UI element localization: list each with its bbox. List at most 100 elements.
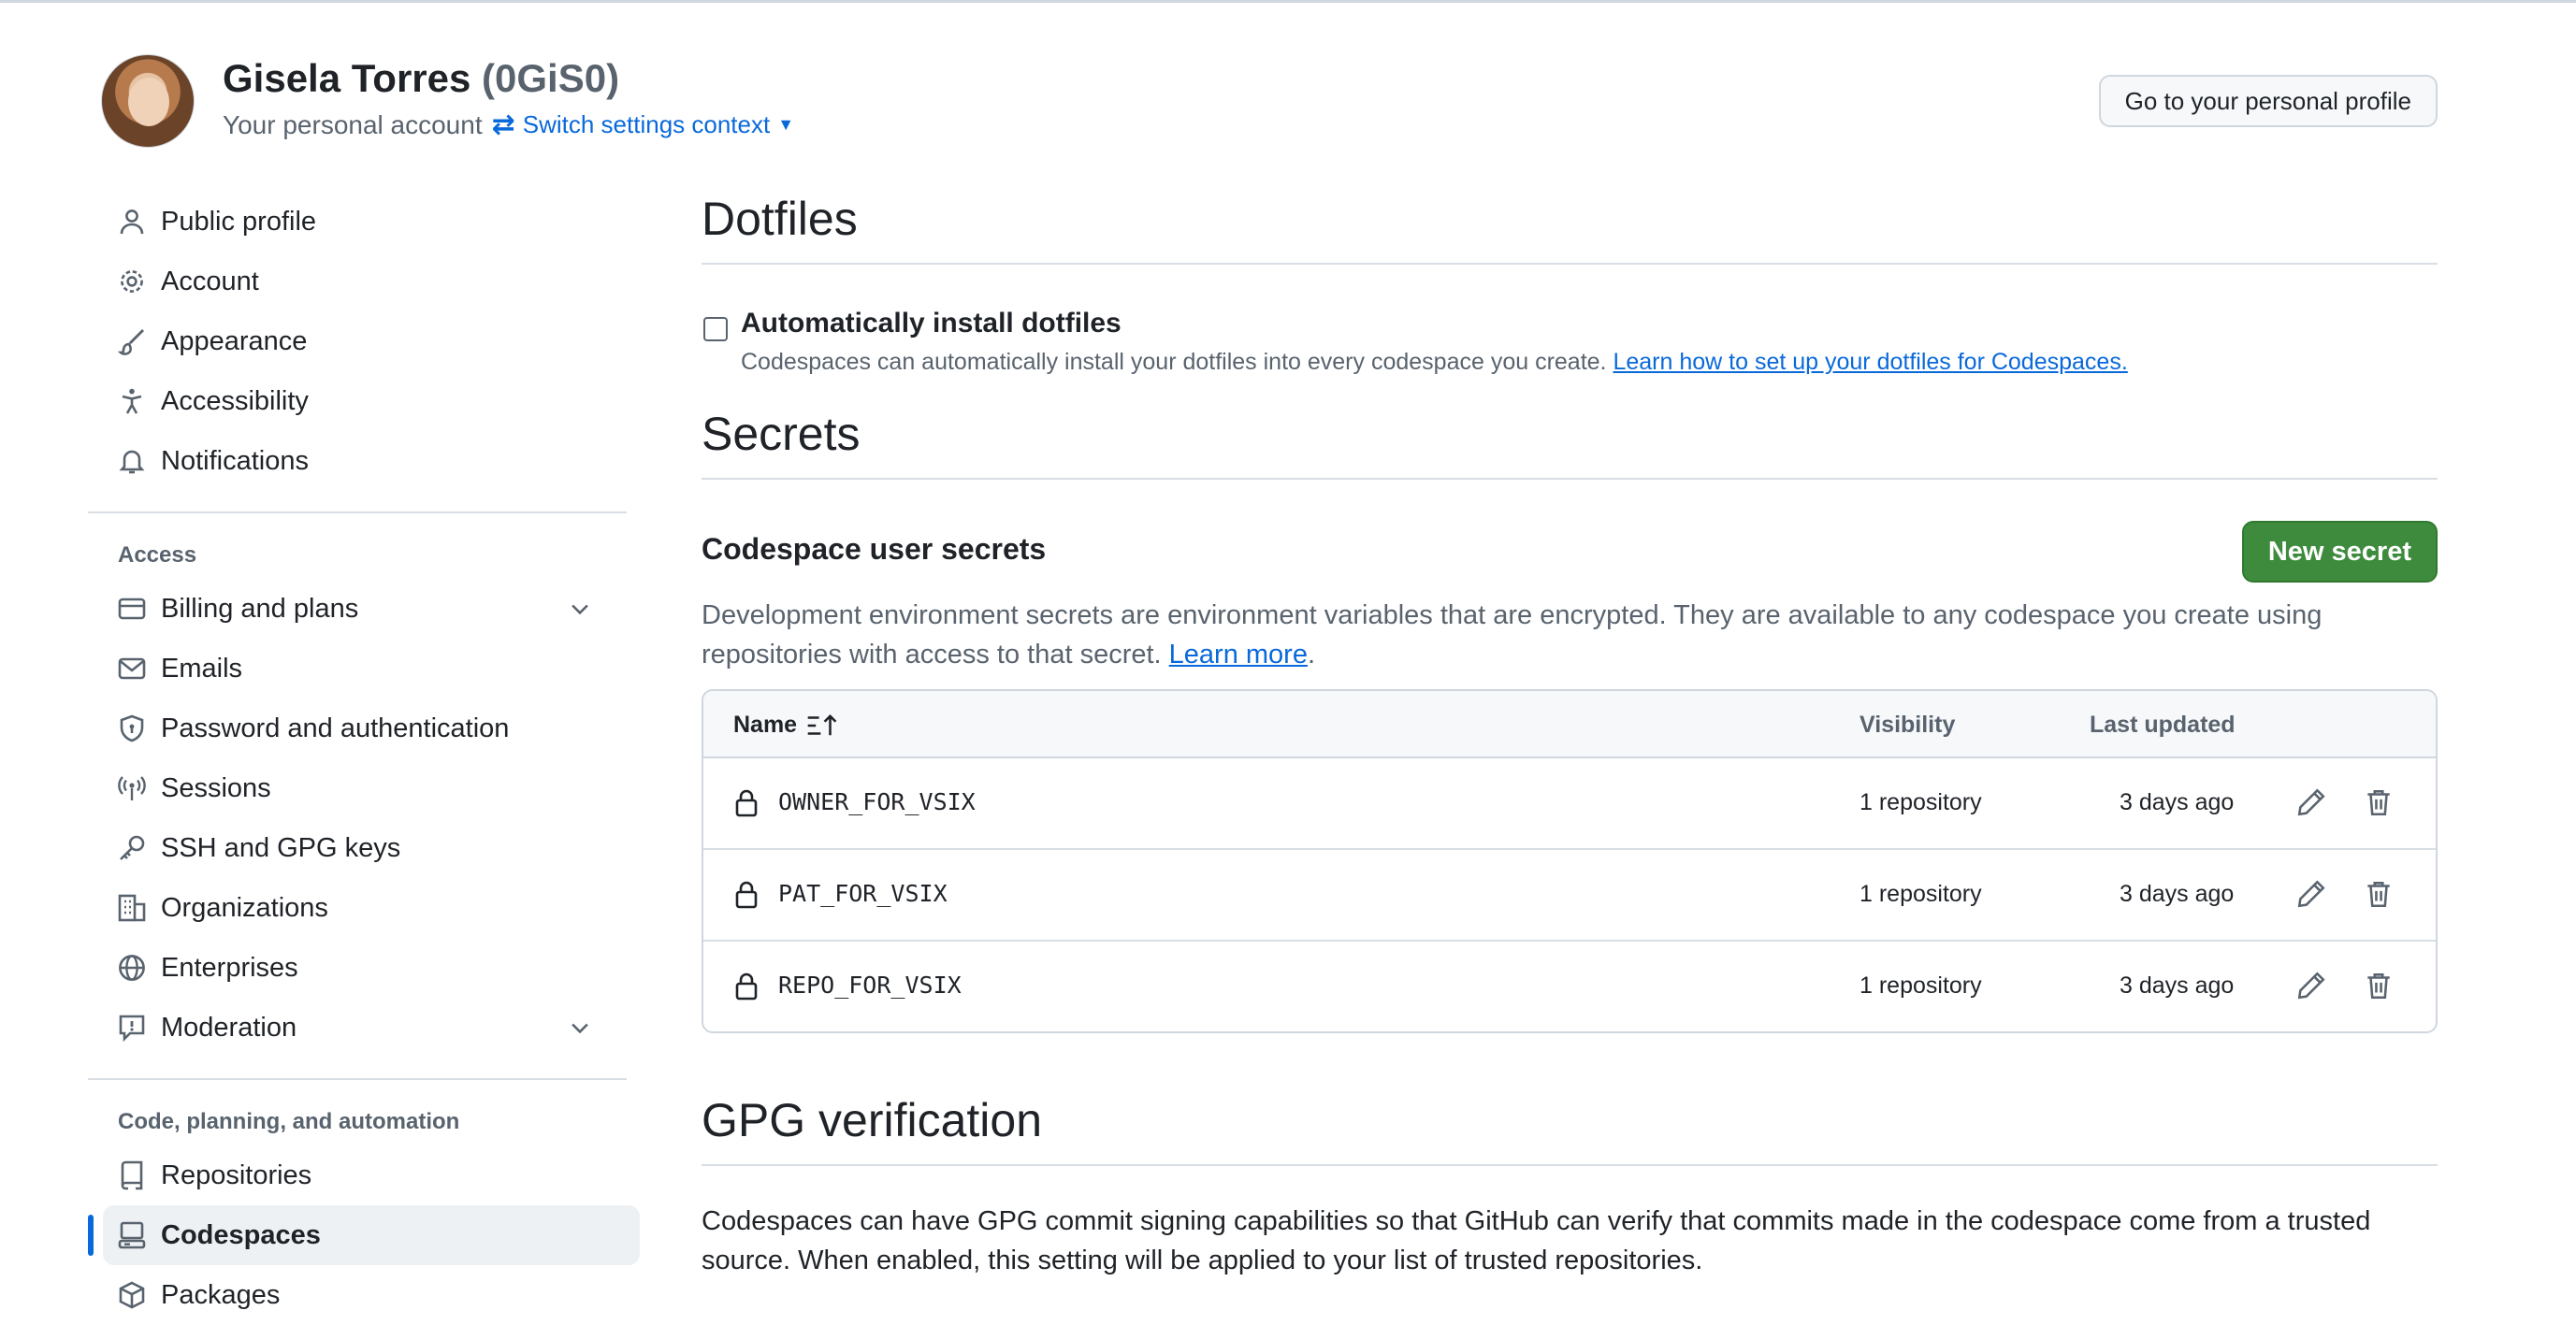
accessibility-icon [116,385,148,417]
secret-visibility: 1 repository [1860,789,1982,815]
chevron-down-icon[interactable] [567,596,593,622]
caret-down-icon: ▼ [777,115,795,134]
secret-name: PAT_FOR_VSIX [778,880,948,907]
sidebar-item-packages[interactable]: Packages [88,1265,627,1325]
new-secret-button[interactable]: New secret [2241,521,2438,583]
sidebar-item-accessibility[interactable]: Accessibility [88,371,627,431]
sidebar-item-moderation[interactable]: Moderation [88,998,627,1058]
sidebar-item-label: SSH and GPG keys [161,832,401,863]
lock-icon [731,786,761,818]
auto-install-dotfiles-checkbox[interactable] [703,317,728,341]
codespaces-icon [116,1219,148,1251]
trash-icon[interactable] [2363,878,2395,910]
sidebar-item-label: Password and authentication [161,713,510,743]
pencil-icon[interactable] [2295,786,2327,818]
sidebar-item-label: Account [161,266,259,296]
name-column-label: Name [733,712,798,738]
secret-visibility: 1 repository [1860,972,1982,999]
sidebar-item-label: Accessibility [161,385,309,416]
account-name: Gisela Torres (0GiS0) [223,56,619,101]
sidebar-item-label: Organizations [161,892,328,923]
sidebar-item-enterprises[interactable]: Enterprises [88,938,627,998]
sidebar-item-organizations[interactable]: Organizations [88,878,627,938]
secrets-description-text: Development environment secrets are envi… [702,600,2323,670]
lock-icon [731,970,761,1001]
table-row: OWNER_FOR_VSIX 1 repository 3 days ago [703,758,2436,850]
sidebar-item-sessions[interactable]: Sessions [88,758,627,818]
account-subtitle-row: Your personal account ⇄ Switch settings … [223,108,794,141]
gear-icon [116,266,148,297]
sidebar-item-label: Sessions [161,772,271,803]
main-content: Dotfiles Automatically install dotfiles … [702,192,2438,1275]
dotfiles-note: Codespaces can automatically install you… [741,349,2128,376]
repo-icon [116,1159,148,1191]
sidebar-item-repositories[interactable]: Repositories [88,1145,627,1205]
package-icon [116,1279,148,1311]
sidebar-item-password-auth[interactable]: Password and authentication [88,699,627,758]
avatar[interactable] [101,54,195,148]
sidebar-item-billing[interactable]: Billing and plans [88,579,627,639]
sidebar-item-notifications[interactable]: Notifications [88,431,627,491]
secret-updated: 3 days ago [2120,789,2235,815]
lock-icon [731,878,761,910]
sidebar-item-label: Moderation [161,1012,297,1043]
secrets-heading: Secrets [702,407,2438,480]
key-icon [116,832,148,864]
top-border [0,0,2576,3]
sidebar-item-label: Notifications [161,445,309,476]
gpg-description: Codespaces can have GPG commit signing c… [702,1206,2371,1275]
auto-install-dotfiles-label[interactable]: Automatically install dotfiles [741,308,1122,339]
chevron-down-icon[interactable] [567,1015,593,1041]
sidebar-item-emails[interactable]: Emails [88,639,627,699]
sidebar-item-label: Codespaces [161,1219,321,1250]
gpg-verification-heading: GPG verification [702,1093,2438,1166]
secrets-description: Development environment secrets are envi… [702,596,2413,674]
trash-icon[interactable] [2363,970,2395,1001]
switch-context-link[interactable]: ⇄ Switch settings context ▼ [492,108,794,141]
sort-asc-icon[interactable] [806,713,838,739]
account-header: Gisela Torres (0GiS0) Your personal acco… [101,54,2438,148]
secret-name: REPO_FOR_VSIX [778,972,962,999]
report-icon [116,1012,148,1044]
codespace-secrets-header: Codespace user secrets New secret [702,521,2438,583]
account-handle: (0GiS0) [482,56,620,100]
sidebar-divider [88,1078,627,1080]
person-icon [116,206,148,238]
broadcast-icon [116,772,148,804]
sidebar-item-ssh-gpg[interactable]: SSH and GPG keys [88,818,627,878]
switch-context-label: Switch settings context [522,110,771,138]
learn-more-link[interactable]: Learn more [1169,640,1308,670]
sidebar-item-account[interactable]: Account [88,252,627,311]
dotfiles-learn-link[interactable]: Learn how to set up your dotfiles for Co… [1613,349,2127,375]
secrets-description-end: . [1307,640,1316,670]
table-header: Name Visibility Last updated [703,691,2436,758]
name-column-header[interactable]: Name [733,712,838,739]
go-to-profile-button[interactable]: Go to your personal profile [2098,75,2438,127]
visibility-column-header: Visibility [1860,712,1956,738]
sidebar-divider [88,511,627,513]
sidebar-item-label: Appearance [161,325,308,356]
pencil-icon[interactable] [2295,970,2327,1001]
secret-updated: 3 days ago [2120,972,2235,999]
sidebar-item-label: Packages [161,1279,281,1310]
arrow-switch-icon: ⇄ [491,109,515,140]
sidebar-item-label: Billing and plans [161,593,359,624]
sidebar-item-public-profile[interactable]: Public profile [88,192,627,252]
pencil-icon[interactable] [2295,878,2327,910]
sidebar-item-codespaces[interactable]: Codespaces [88,1205,640,1265]
sidebar-item-label: Emails [161,653,243,684]
sidebar-heading-code: Code, planning, and automation [118,1109,460,1134]
globe-icon [116,952,148,984]
account-subtitle: Your personal account [223,109,483,139]
mail-icon [116,653,148,684]
shield-icon [116,713,148,744]
sidebar-item-appearance[interactable]: Appearance [88,311,627,371]
paintbrush-icon [116,325,148,357]
secret-name: OWNER_FOR_VSIX [778,788,976,815]
organization-icon [116,892,148,924]
trash-icon[interactable] [2363,786,2395,818]
secret-updated: 3 days ago [2120,881,2235,907]
account-display-name: Gisela Torres [223,56,471,100]
sidebar-item-label: Public profile [161,206,317,237]
sidebar-heading-access: Access [118,542,197,568]
